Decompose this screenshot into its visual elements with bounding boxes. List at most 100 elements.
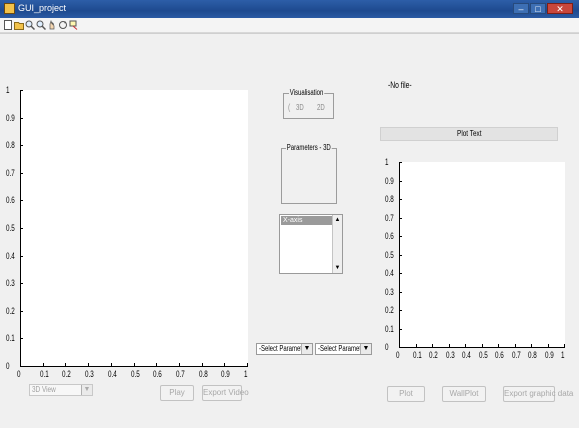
right-x-tick-label: 0.5 [478,350,488,360]
left-axes[interactable] [20,90,248,367]
right-y-tick-label: 0.4 [385,268,394,278]
left-y-tick-label: 1 [6,85,10,95]
right-y-tick-label: 0.7 [385,212,394,223]
open-icon[interactable] [14,20,24,30]
right-x-tick [547,344,549,347]
right-x-tick [448,344,450,347]
view-mode-value: 3D View [32,385,56,394]
left-x-tick [133,363,135,366]
radio-2d-label[interactable]: 2D [317,103,325,112]
right-x-tick-label: 0.4 [462,350,471,360]
left-x-tick [247,363,248,366]
right-x-tick-label: 0.3 [445,350,455,360]
left-x-tick [20,363,21,366]
chevron-down-icon[interactable]: ▼ [301,344,312,354]
select-parameters-1[interactable]: -Select Parameters- ▼ [256,343,313,355]
left-x-tick [224,363,226,366]
right-x-tick [531,344,532,347]
right-x-tick [399,344,400,347]
right-x-tick [564,344,565,347]
chevron-down-icon[interactable]: ▼ [360,344,371,354]
right-x-tick [432,344,433,347]
right-y-tick [399,217,402,219]
plot-button[interactable]: Plot [387,386,425,402]
right-y-tick [399,236,402,237]
listbox-scrollbar[interactable]: ▲ ▼ [332,215,342,273]
new-icon[interactable] [3,20,13,30]
parameters-3d-title: Parameters - 3D [286,143,332,152]
radio-3d-icon[interactable]: ( [288,102,290,112]
left-x-tick [110,363,112,366]
left-y-tick [20,283,23,285]
left-x-tick-label: 0.5 [130,369,140,379]
right-x-tick-label: 0.8 [528,350,537,360]
left-y-tick [20,310,23,312]
right-y-tick-label: 0.8 [385,194,394,204]
play-button[interactable]: Play [160,385,194,401]
right-y-tick [399,310,402,311]
chevron-down-icon[interactable]: ▼ [81,385,92,395]
left-x-tick-label: 0 [17,369,21,379]
listbox-item-x-axis[interactable]: X-axis [281,216,333,225]
left-y-tick-label: 0.6 [6,195,15,206]
export-graphic-data-button[interactable]: Export graphic data [503,386,573,402]
left-x-tick [201,363,203,366]
left-x-tick [156,363,158,366]
left-x-tick [178,363,180,366]
right-y-tick [399,328,402,330]
right-y-tick-label: 1 [385,157,389,167]
plot-text-bar: Plot Text [380,127,558,141]
right-y-tick-label: 0.2 [385,305,394,315]
right-axes[interactable] [399,162,565,348]
zoom-out-icon[interactable] [36,20,47,31]
right-x-tick-label: 0.2 [429,350,438,360]
title-bar: GUI_project – □ ✕ [0,0,579,18]
right-x-tick [514,344,516,347]
maximize-button[interactable]: □ [530,3,546,14]
datacursor-icon[interactable] [69,20,79,30]
right-y-tick [399,199,402,200]
left-y-tick [20,145,23,147]
left-x-tick-label: 0.3 [85,369,94,379]
minimize-button[interactable]: – [513,3,529,14]
left-y-tick [20,338,23,340]
right-y-tick-label: 0.5 [385,249,394,260]
select-parameters-2[interactable]: -Select Parameters- ▼ [315,343,372,355]
visualisation-title: Visualisation [289,88,325,97]
left-x-tick [65,363,67,366]
left-x-tick [88,363,90,366]
figure-toolbar [0,18,579,33]
right-x-tick [465,344,466,347]
right-y-tick [399,273,402,274]
pan-icon[interactable] [47,19,57,30]
matlab-app-icon [4,3,15,14]
right-x-tick [415,344,417,347]
wallplot-button[interactable]: WallPlot [442,386,486,402]
zoom-in-icon[interactable] [25,20,36,31]
visualisation-panel: Visualisation ( 3D 2D [283,88,334,119]
right-x-tick-label: 0.6 [495,350,504,360]
left-x-tick-label: 1 [244,369,248,379]
plot-text-label: Plot Text [456,129,482,138]
close-button[interactable]: ✕ [547,3,573,14]
left-x-tick [42,363,44,366]
scroll-up-icon[interactable]: ▲ [333,216,342,224]
right-y-tick [399,254,402,256]
left-y-tick-label: 0.4 [6,250,15,261]
window-title: GUI_project [18,3,67,13]
left-y-tick-label: 0.1 [6,333,15,344]
export-video-button[interactable]: Export Video [202,385,249,401]
left-y-tick [20,228,23,229]
radio-3d-label[interactable]: 3D [296,103,304,112]
axis-listbox[interactable]: X-axis ▲ ▼ [279,214,343,274]
left-x-tick-label: 0.2 [62,369,72,379]
right-x-tick-label: 0.9 [544,350,554,360]
scroll-down-icon[interactable]: ▼ [333,264,342,272]
view-mode-select[interactable]: 3D View ▼ [29,384,93,396]
right-y-tick-label: 0.1 [385,323,394,334]
toolbar-divider [0,33,579,34]
rotate-icon[interactable] [58,20,68,30]
left-y-tick-label: 0.9 [6,112,15,123]
left-y-tick [20,200,23,202]
left-x-tick-label: 0.4 [107,369,117,379]
